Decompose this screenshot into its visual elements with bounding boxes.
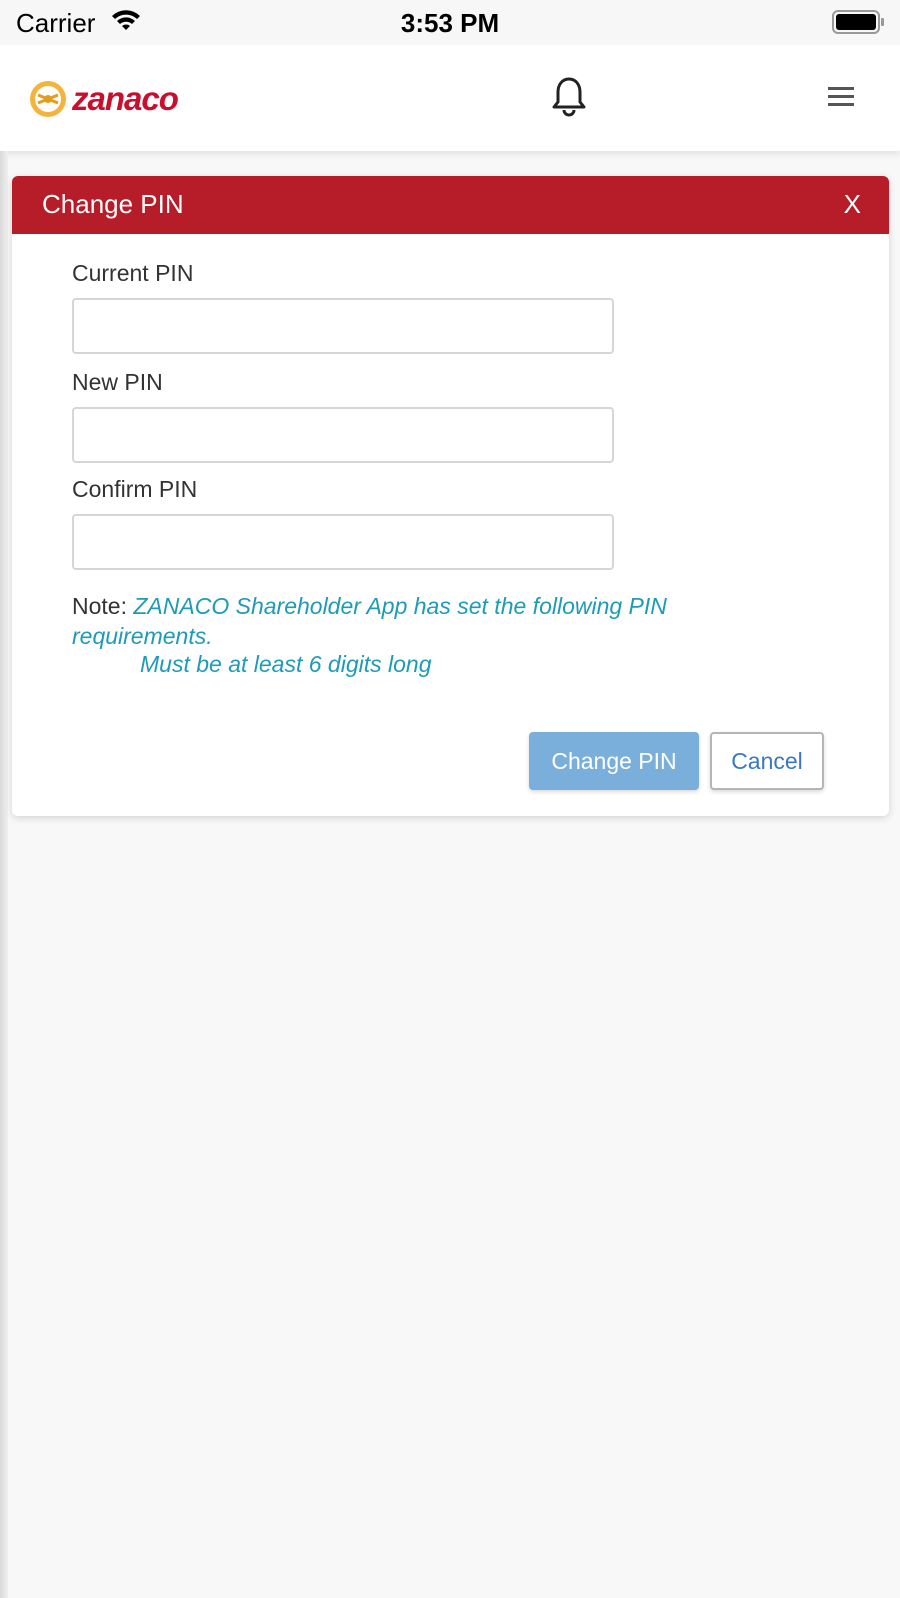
new-pin-label: New PIN <box>72 369 163 395</box>
app-header: zanaco <box>0 45 900 151</box>
change-pin-dialog: Change PIN X Current PIN New PIN Confirm… <box>12 176 889 816</box>
dialog-header: Change PIN X <box>12 176 889 234</box>
bell-icon[interactable] <box>549 75 589 117</box>
zanaco-logo[interactable]: zanaco <box>28 77 179 121</box>
status-bar: Carrier 3:53 PM <box>0 0 900 45</box>
change-pin-button[interactable]: Change PIN <box>529 732 699 790</box>
logo-emblem-icon <box>30 81 66 117</box>
note-text: ZANACO Shareholder App has set the follo… <box>72 593 667 649</box>
confirm-pin-label: Confirm PIN <box>72 476 198 502</box>
menu-icon[interactable] <box>826 84 856 110</box>
new-pin-input[interactable] <box>72 407 614 463</box>
logo-text: zanaco <box>72 80 179 117</box>
pin-requirement-item: Must be at least 6 digits long <box>140 651 432 677</box>
cancel-button[interactable]: Cancel <box>710 732 824 790</box>
confirm-pin-input[interactable] <box>72 514 614 570</box>
dialog-title: Change PIN <box>42 189 184 219</box>
current-pin-input[interactable] <box>72 298 614 354</box>
current-pin-label: Current PIN <box>72 260 194 286</box>
pin-requirements-note: Note: ZANACO Shareholder App has set the… <box>72 591 752 651</box>
note-prefix: Note: <box>72 593 127 619</box>
battery-icon <box>832 10 884 34</box>
status-time: 3:53 PM <box>400 8 500 38</box>
side-drawer-edge <box>0 151 8 1598</box>
close-button[interactable]: X <box>844 189 861 220</box>
